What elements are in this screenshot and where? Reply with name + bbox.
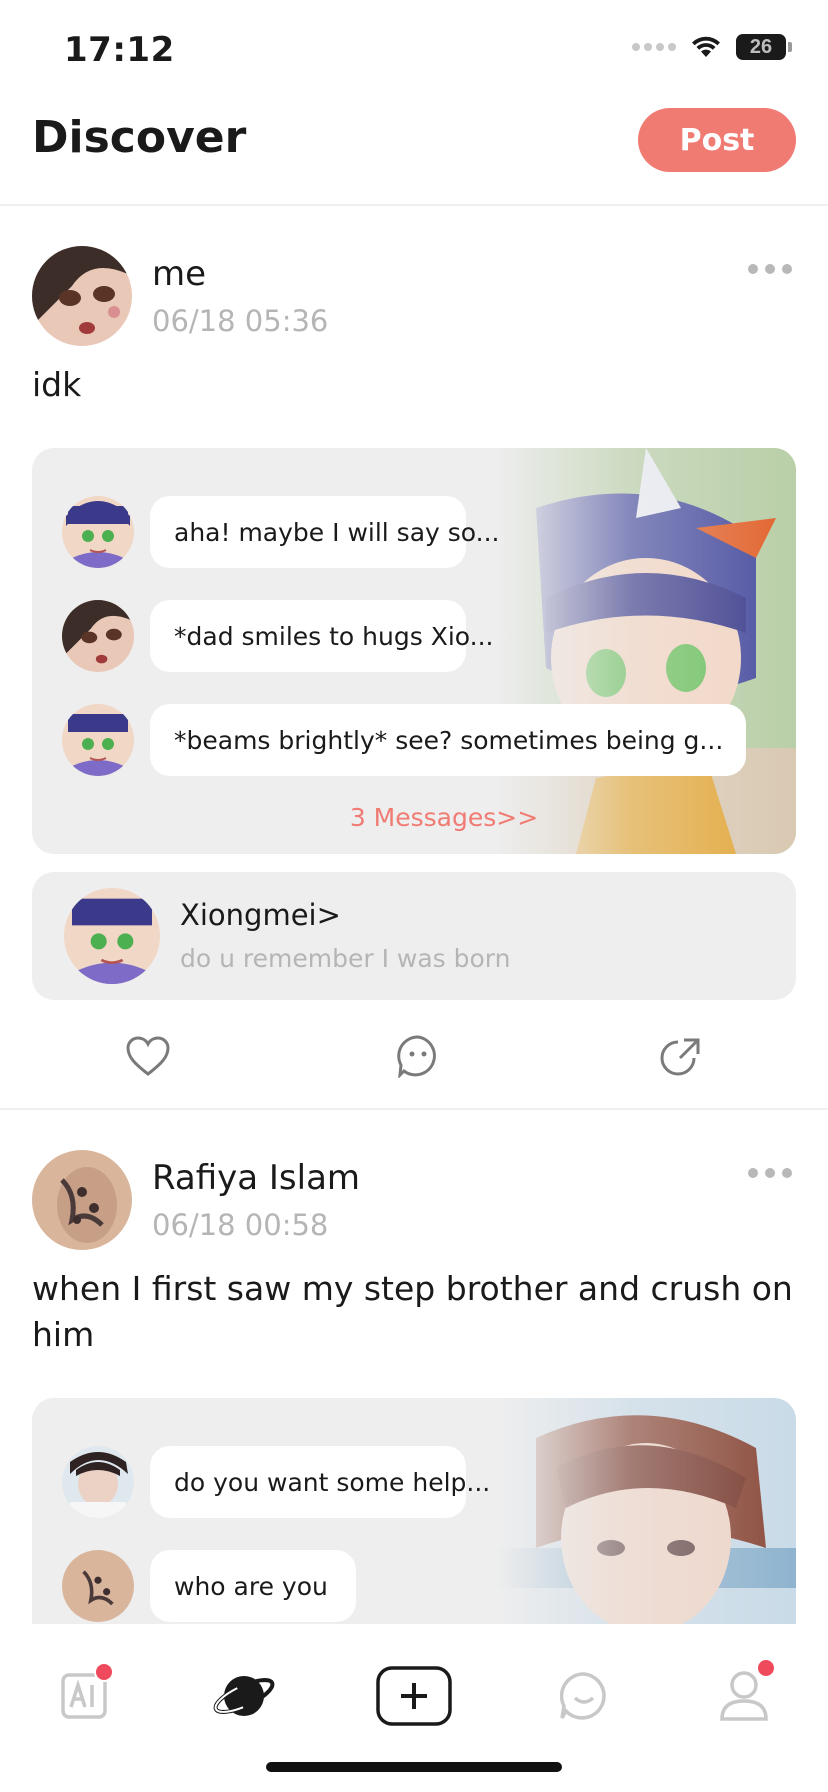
chat-preview-card[interactable]: aha! maybe I will say so... *dad smiles …: [32, 448, 796, 854]
user-avatar: [62, 600, 134, 672]
chat-preview-card[interactable]: do you want some help... who are you: [32, 1398, 796, 1624]
post-time: 06/18 05:36: [152, 304, 329, 338]
chat-message: do you want some help...: [62, 1446, 490, 1518]
character-caption: do u remember I was born: [180, 944, 511, 973]
heart-icon[interactable]: [122, 1030, 174, 1082]
tab-chat[interactable]: [542, 1654, 626, 1738]
character-avatar: [62, 1446, 134, 1518]
character-avatar: [62, 496, 134, 568]
status-icons: 26: [632, 34, 792, 60]
home-indicator: [266, 1762, 562, 1772]
add-icon: [376, 1666, 452, 1726]
planet-icon: [213, 1676, 275, 1716]
notification-badge: [94, 1662, 114, 1682]
post-actions: [0, 1000, 828, 1110]
message-bubble: *beams brightly* see? sometimes being g.…: [150, 704, 746, 776]
post-time: 06/18 00:58: [152, 1208, 329, 1242]
post-header: me 06/18 05:36: [0, 206, 828, 356]
chat-message: *beams brightly* see? sometimes being g.…: [62, 704, 746, 776]
wifi-icon: [692, 36, 720, 57]
message-bubble: aha! maybe I will say so...: [150, 496, 499, 568]
page-title: Discover: [32, 112, 247, 163]
status-bar: 17:12 26: [0, 0, 828, 100]
message-bubble: who are you: [150, 1550, 356, 1622]
share-icon[interactable]: [654, 1030, 706, 1082]
tab-ai[interactable]: [42, 1654, 126, 1738]
user-avatar[interactable]: [32, 246, 132, 346]
cellular-signal-icon: [632, 43, 676, 51]
post-text: idk: [32, 365, 82, 404]
tab-bar: [0, 1624, 828, 1792]
post-button[interactable]: Post: [638, 108, 796, 172]
view-messages-link[interactable]: 3 Messages>>: [32, 803, 796, 832]
page-header: Discover Post: [0, 100, 828, 206]
feed-post: me 06/18 05:36 idk aha! maybe I will say…: [0, 206, 828, 1110]
character-avatar: [62, 704, 134, 776]
character-artwork: [496, 1398, 796, 1624]
user-avatar[interactable]: [32, 1150, 132, 1250]
character-artwork: [496, 448, 796, 854]
more-dots-icon[interactable]: [748, 1168, 792, 1178]
character-card[interactable]: Xiongmei> do u remember I was born: [32, 872, 796, 1000]
chat-message: aha! maybe I will say so...: [62, 496, 499, 568]
tab-discover[interactable]: [202, 1654, 286, 1738]
chat-message: who are you: [62, 1550, 356, 1622]
message-bubble: do you want some help...: [150, 1446, 490, 1518]
message-bubble: *dad smiles to hugs Xio...: [150, 600, 493, 672]
user-name[interactable]: me: [152, 254, 206, 294]
character-name[interactable]: Xiongmei>: [180, 898, 341, 932]
post-text: when I first saw my step brother and cru…: [32, 1269, 793, 1354]
chat-message: *dad smiles to hugs Xio...: [62, 600, 493, 672]
tab-profile[interactable]: [702, 1654, 786, 1738]
feed-post: Rafiya Islam 06/18 00:58 when I first sa…: [0, 1110, 828, 1624]
battery-level: 26: [749, 35, 773, 58]
chat-icon: [559, 1672, 606, 1720]
battery-icon: 26: [736, 34, 792, 60]
character-avatar: [64, 888, 160, 984]
post-header: Rafiya Islam 06/18 00:58: [0, 1110, 828, 1260]
user-avatar: [62, 1550, 134, 1622]
discover-feed[interactable]: me 06/18 05:36 idk aha! maybe I will say…: [0, 206, 828, 1624]
tab-create[interactable]: [372, 1654, 456, 1738]
more-dots-icon[interactable]: [748, 264, 792, 274]
notification-badge: [756, 1658, 776, 1678]
user-name[interactable]: Rafiya Islam: [152, 1158, 360, 1198]
comment-bubble-icon[interactable]: [392, 1030, 444, 1082]
status-time: 17:12: [64, 30, 175, 70]
